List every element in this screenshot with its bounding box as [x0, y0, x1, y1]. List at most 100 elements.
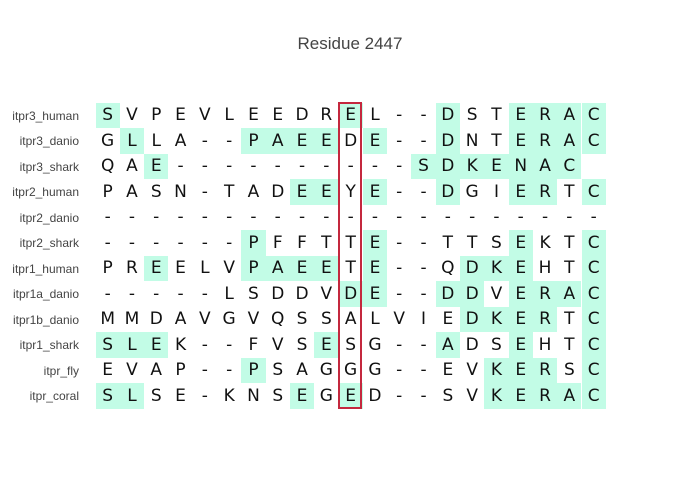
residue-glyph: S — [491, 334, 502, 355]
residue-glyph: V — [466, 385, 478, 406]
gap-glyph: - — [201, 130, 208, 151]
gap-glyph: - — [420, 207, 427, 227]
residue-glyph: A — [563, 283, 576, 304]
gap-glyph: - — [201, 334, 208, 355]
residue-glyph: M — [100, 309, 115, 329]
residue-glyph: A — [126, 181, 138, 202]
residue-glyph: D — [441, 130, 455, 151]
residue-glyph: P — [102, 258, 113, 278]
residue-glyph: T — [564, 181, 575, 202]
residue-glyph: E — [515, 309, 527, 329]
residue-glyph: P — [175, 360, 186, 380]
residue-glyph: A — [174, 130, 187, 151]
residue-glyph: E — [442, 360, 454, 380]
gap-glyph: - — [226, 334, 233, 355]
residue-glyph: E — [102, 360, 114, 380]
gap-glyph: - — [396, 232, 403, 253]
gap-glyph: - — [371, 156, 379, 176]
residue-glyph: L — [127, 334, 137, 355]
residue-glyph: P — [248, 258, 259, 278]
residue-glyph: C — [587, 309, 600, 329]
residue-glyph: T — [564, 309, 575, 329]
row-label: itpr3_human — [12, 108, 79, 123]
gap-glyph: - — [177, 156, 184, 176]
residue-glyph: L — [370, 309, 380, 329]
residue-glyph: E — [296, 130, 308, 151]
residue-glyph: T — [491, 105, 502, 125]
gap-glyph: - — [420, 130, 427, 151]
row-label: itpr2_human — [12, 185, 79, 199]
residue-glyph: P — [248, 360, 259, 380]
residue-glyph: C — [587, 360, 600, 380]
gap-glyph: - — [420, 360, 427, 380]
residue-glyph: A — [563, 385, 576, 406]
residue-glyph: R — [539, 283, 551, 304]
row-label: itpr1_shark — [19, 338, 79, 352]
residue-glyph: N — [174, 181, 187, 202]
residue-glyph: G — [319, 385, 333, 406]
gap-glyph: - — [177, 283, 184, 304]
gap-glyph: - — [323, 156, 330, 176]
gap-glyph: - — [250, 156, 257, 176]
gap-glyph: - — [420, 105, 427, 125]
residue-glyph: A — [539, 156, 551, 176]
row-label: itpr2_shark — [19, 236, 79, 250]
gap-glyph: - — [153, 232, 160, 253]
gap-glyph: - — [420, 334, 427, 355]
gap-glyph: - — [493, 207, 500, 227]
residue-glyph: E — [320, 130, 332, 151]
residue-glyph: P — [248, 130, 259, 151]
residue-glyph: A — [174, 309, 187, 329]
residue-glyph: P — [102, 181, 113, 202]
residue-glyph: S — [418, 156, 429, 176]
gap-glyph: - — [541, 207, 549, 227]
residue-glyph: V — [199, 309, 211, 329]
residue-glyph: S — [296, 334, 308, 355]
gap-glyph: - — [226, 360, 233, 380]
residue-glyph: E — [515, 105, 527, 125]
residue-glyph: E — [150, 156, 162, 176]
residue-glyph: E — [320, 258, 332, 278]
residue-glyph: K — [539, 232, 551, 253]
residue-glyph: A — [563, 130, 576, 151]
residue-glyph: T — [321, 232, 332, 253]
residue-glyph: V — [126, 105, 138, 125]
residue-glyph: S — [272, 360, 284, 380]
residue-glyph: S — [442, 385, 454, 406]
residue-glyph: T — [564, 258, 575, 278]
residue-glyph: K — [466, 156, 478, 176]
residue-glyph: E — [369, 283, 381, 304]
gap-glyph: - — [201, 232, 208, 253]
residue-glyph: C — [587, 258, 600, 278]
residue-glyph: E — [320, 181, 332, 202]
residue-glyph: G — [368, 360, 382, 380]
residue-glyph: Q — [100, 156, 115, 176]
gap-glyph: - — [274, 207, 281, 227]
residue-glyph: V — [271, 334, 284, 355]
residue-glyph: V — [320, 283, 333, 304]
residue-glyph: C — [587, 283, 600, 304]
residue-glyph: D — [271, 283, 285, 304]
row-label: itpr3_shark — [19, 159, 79, 174]
gap-glyph: - — [396, 207, 403, 227]
residue-glyph: K — [490, 385, 503, 406]
residue-glyph: D — [271, 181, 285, 202]
residue-glyph: A — [126, 156, 138, 176]
gap-glyph: - — [226, 207, 233, 227]
gap-glyph: - — [274, 156, 281, 176]
residue-glyph: E — [442, 309, 454, 329]
residue-glyph: S — [102, 385, 114, 406]
residue-glyph: R — [539, 130, 551, 151]
residue-glyph: E — [515, 334, 527, 355]
residue-glyph: A — [271, 258, 284, 278]
residue-glyph: S — [272, 385, 284, 406]
gap-glyph: - — [153, 283, 160, 304]
residue-glyph: L — [127, 385, 137, 406]
row-label: itpr1a_danio — [12, 287, 79, 301]
residue-glyph: P — [248, 232, 259, 253]
residue-glyph: D — [441, 181, 455, 202]
residue-glyph: E — [369, 130, 381, 151]
residue-glyph: S — [320, 309, 332, 329]
gap-glyph: - — [323, 207, 330, 227]
residue-glyph: R — [539, 385, 551, 406]
